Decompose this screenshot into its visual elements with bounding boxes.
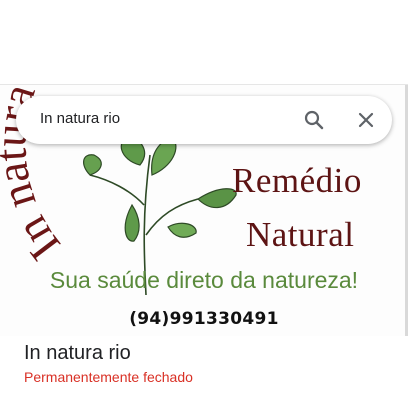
close-icon[interactable] [354,108,378,132]
place-status: Permanentemente fechado [24,369,193,385]
search-input[interactable]: In natura rio [40,110,120,127]
photo-tagline: Sua saúde direto da natureza! [49,267,359,293]
place-name: In natura rio [24,342,131,364]
brand-word-remedio: Remédio [232,161,362,200]
search-bar[interactable]: In natura rio [16,96,392,144]
place-info-card[interactable]: In natura rio Permanentemente fechado [0,336,408,408]
brand-word-natural: Natural [246,215,355,254]
top-blank-area [0,0,408,84]
photo-phone-number: (94)991330491 [129,309,279,329]
search-icon[interactable] [302,108,326,132]
